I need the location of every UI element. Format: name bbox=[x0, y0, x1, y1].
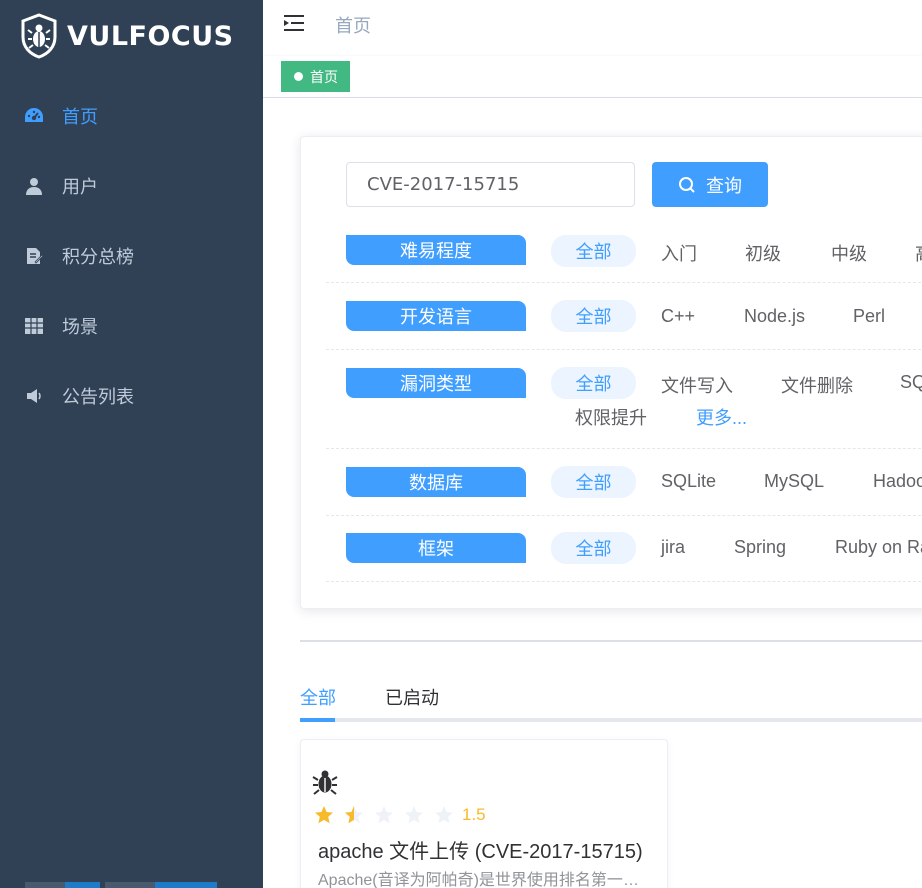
navbar: 首页 bbox=[263, 0, 922, 56]
filter-option[interactable]: 中级 bbox=[831, 240, 867, 266]
dashboard-icon bbox=[24, 106, 44, 126]
rating: 1.5 bbox=[314, 804, 486, 826]
search-input[interactable]: CVE-2017-15715 bbox=[346, 162, 635, 207]
tags-view: 首页 bbox=[263, 56, 922, 98]
filter-label: 开发语言 bbox=[346, 301, 526, 331]
star-half-icon bbox=[345, 806, 363, 824]
filter-option[interactable]: Spring bbox=[734, 537, 786, 558]
section-divider bbox=[300, 640, 922, 642]
filter-option[interactable]: 初级 bbox=[745, 240, 781, 266]
filter-option[interactable]: Ruby on Ra bbox=[835, 537, 922, 558]
sidebar-footer-button[interactable] bbox=[105, 882, 155, 888]
sidebar-footer-button[interactable] bbox=[155, 882, 217, 888]
breadcrumb: 首页 bbox=[335, 16, 371, 36]
app-logo[interactable]: VULFOCUS bbox=[20, 13, 234, 59]
user-icon bbox=[24, 176, 44, 196]
sidebar: VULFOCUS 首页 用户 积分总榜 场景 公告列表 bbox=[0, 0, 263, 888]
filter-option[interactable]: 全部 bbox=[551, 532, 636, 564]
filter-option[interactable]: Node.js bbox=[744, 306, 805, 327]
filter-row-database: 数据库 全部 SQLite MySQL Hadoo bbox=[326, 449, 922, 516]
tag-label: 首页 bbox=[310, 68, 338, 85]
filter-option[interactable]: C++ bbox=[661, 306, 695, 327]
tag-home[interactable]: 首页 bbox=[281, 61, 350, 92]
filter-option[interactable]: Hadoo bbox=[873, 471, 922, 492]
filter-option[interactable]: SQLite bbox=[661, 471, 716, 492]
filter-option[interactable]: 文件写入 bbox=[661, 372, 733, 398]
sidebar-item-announcements[interactable]: 公告列表 bbox=[0, 368, 263, 424]
filter-label: 难易程度 bbox=[346, 235, 526, 265]
sidebar-footer-button[interactable] bbox=[25, 882, 65, 888]
filter-card: CVE-2017-15715 查询 难易程度 全部 入门 初级 中级 高 开发语… bbox=[300, 136, 922, 609]
sidebar-item-home[interactable]: 首页 bbox=[0, 88, 263, 144]
filter-row-framework: 框架 全部 jira Spring Ruby on Ra bbox=[326, 516, 922, 582]
filter-option[interactable]: 全部 bbox=[551, 300, 636, 332]
edit-doc-icon bbox=[24, 246, 44, 266]
main-content: CVE-2017-15715 查询 难易程度 全部 入门 初级 中级 高 开发语… bbox=[263, 98, 922, 888]
card-description: Apache(音译为阿帕奇)是世界使用排名第一的Web服务器软件 bbox=[318, 872, 648, 888]
tab-started[interactable]: 已启动 bbox=[385, 684, 439, 710]
sidebar-item-users[interactable]: 用户 bbox=[0, 158, 263, 214]
star-empty-icon bbox=[375, 806, 393, 824]
filter-option[interactable]: 高 bbox=[915, 240, 922, 266]
star-empty-icon bbox=[405, 806, 423, 824]
filter-label: 数据库 bbox=[346, 467, 526, 497]
scene-card[interactable]: 1.5 apache 文件上传 (CVE-2017-15715) Apache(… bbox=[300, 739, 668, 888]
filter-option[interactable]: 全部 bbox=[551, 367, 636, 399]
menu-fold-icon[interactable] bbox=[284, 13, 304, 33]
filter-option[interactable]: 全部 bbox=[551, 235, 636, 267]
rating-value: 1.5 bbox=[462, 805, 486, 824]
filter-option[interactable]: 权限提升 bbox=[575, 404, 647, 430]
sidebar-item-leaderboard[interactable]: 积分总榜 bbox=[0, 228, 263, 284]
filter-option[interactable]: Perl bbox=[853, 306, 885, 327]
search-button[interactable]: 查询 bbox=[652, 162, 768, 207]
sidebar-item-scenes[interactable]: 场景 bbox=[0, 298, 263, 354]
filter-option[interactable]: jira bbox=[661, 537, 685, 558]
sidebar-item-label: 用户 bbox=[62, 177, 98, 197]
filter-option[interactable]: SQ bbox=[900, 372, 922, 393]
search-icon bbox=[679, 176, 695, 193]
star-empty-icon bbox=[435, 806, 453, 824]
card-title: apache 文件上传 (CVE-2017-15715) bbox=[318, 841, 643, 863]
sidebar-item-label: 首页 bbox=[62, 107, 98, 127]
search-button-label: 查询 bbox=[706, 175, 742, 196]
active-dot-icon bbox=[294, 72, 303, 81]
sidebar-footer-button[interactable] bbox=[65, 882, 100, 888]
megaphone-icon bbox=[24, 386, 44, 406]
bug-icon bbox=[312, 770, 338, 795]
filter-option[interactable]: 文件删除 bbox=[781, 372, 853, 398]
app-name: VULFOCUS bbox=[67, 20, 234, 52]
filter-row-difficulty: 难易程度 全部 入门 初级 中级 高 bbox=[326, 217, 922, 283]
filter-option[interactable]: 全部 bbox=[551, 466, 636, 498]
shield-bug-logo-icon bbox=[21, 13, 57, 59]
sidebar-item-label: 公告列表 bbox=[62, 387, 134, 407]
tabs-baseline bbox=[300, 718, 922, 722]
filter-label: 框架 bbox=[346, 533, 526, 563]
filter-more-link[interactable]: 更多... bbox=[696, 404, 747, 430]
sidebar-item-label: 积分总榜 bbox=[62, 247, 134, 267]
grid-icon bbox=[24, 316, 44, 336]
sidebar-item-label: 场景 bbox=[62, 317, 98, 337]
scene-tabs: 全部 已启动 bbox=[300, 676, 922, 722]
filter-label: 漏洞类型 bbox=[346, 368, 526, 398]
filter-row-language: 开发语言 全部 C++ Node.js Perl bbox=[326, 283, 922, 350]
tab-all[interactable]: 全部 bbox=[300, 684, 336, 710]
filter-row-vuln-type: 漏洞类型 全部 文件写入 文件删除 SQ 权限提升 更多... bbox=[326, 350, 922, 449]
tab-active-indicator bbox=[300, 718, 335, 722]
filter-option[interactable]: 入门 bbox=[661, 240, 697, 266]
star-full-icon bbox=[315, 806, 333, 824]
filter-option[interactable]: MySQL bbox=[764, 471, 824, 492]
